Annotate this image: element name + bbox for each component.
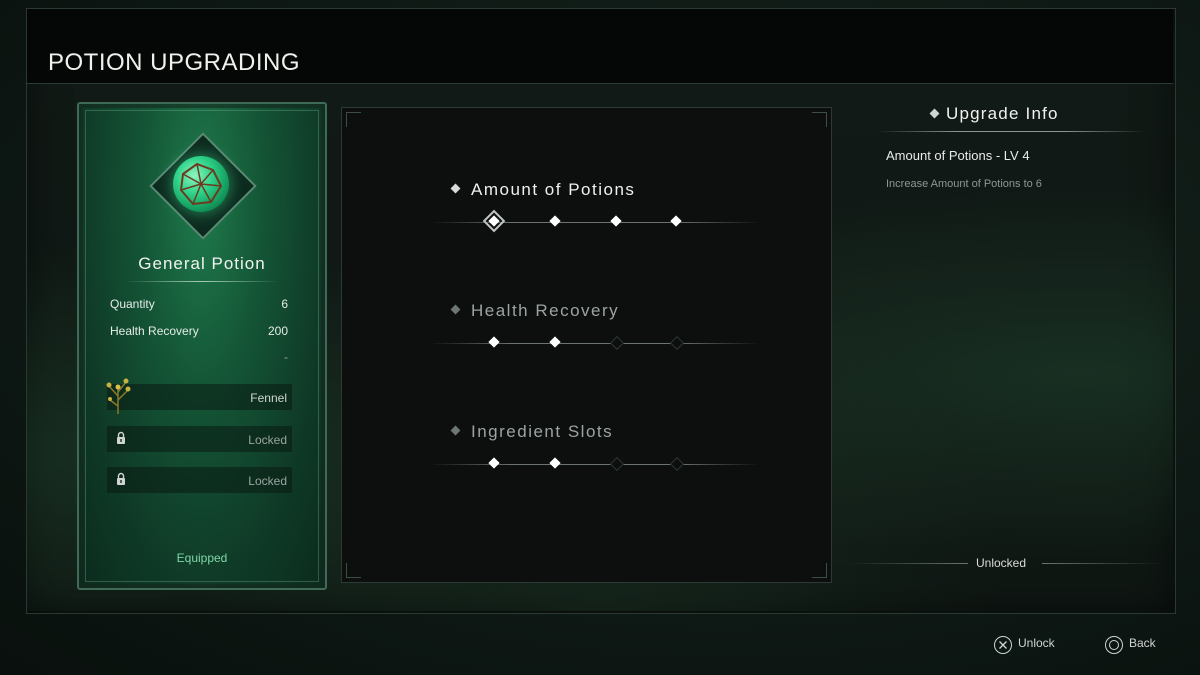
level-node[interactable] [669,456,685,472]
slot-label: Locked [248,433,287,447]
level-node[interactable] [670,215,682,227]
upgrade-health-recovery[interactable]: Health Recovery [450,301,620,321]
ingredient-slot-3[interactable]: Locked [107,467,292,493]
stat-value: 6 [281,297,288,311]
upgrade-label: Health Recovery [471,301,620,320]
upgrade-amount-of-potions[interactable]: Amount of Potions [450,180,636,200]
circle-button-icon[interactable] [1105,636,1123,654]
level-node[interactable] [609,335,625,351]
upgrade-info-description: Increase Amount of Potions to 6 [886,178,1042,190]
stat-health-recovery: Health Recovery 200 [110,324,288,338]
unlock-status: Unlocked [976,556,1027,570]
stat-value: 200 [267,324,288,338]
level-track [430,456,760,473]
fennel-herb-icon [106,378,131,414]
level-node[interactable] [488,336,500,348]
level-node[interactable] [482,209,506,233]
upgrade-label: Amount of Potions [471,180,636,199]
lock-icon [117,431,125,444]
level-node[interactable] [549,457,561,469]
stat-label: Health Recovery [110,324,199,338]
lock-icon [117,472,125,485]
slot-label: Locked [248,474,287,488]
equipped-status: Equipped [176,551,228,565]
unlock-button[interactable]: Unlock [1018,636,1055,650]
divider [848,563,968,564]
upgrade-label: Ingredient Slots [471,422,614,441]
stat-label: Quantity [110,297,155,311]
level-track [430,209,760,233]
upgrade-ingredient-slots[interactable]: Ingredient Slots [450,422,614,442]
ingredient-slot-2[interactable]: Locked [107,426,292,452]
level-node[interactable] [549,215,561,227]
level-node[interactable] [610,215,622,227]
upgrade-panel: Amount of Potions Health Recovery Ingred… [341,107,832,583]
level-node[interactable] [609,456,625,472]
potion-name: General Potion [138,254,266,273]
potion-card: General Potion Quantity 6 Health Recover… [77,102,327,590]
diamond-icon [450,183,461,194]
level-node[interactable] [669,335,685,351]
diamond-icon [450,304,461,315]
diamond-icon [450,425,461,436]
page-title: POTION UPGRADING [48,49,301,76]
level-track [430,335,760,352]
stat-value: - [284,350,288,364]
stat-quantity: Quantity 6 [110,297,288,311]
upgrade-info-title: Upgrade Info [946,104,1059,123]
divider [125,281,279,282]
level-node[interactable] [488,457,500,469]
level-node[interactable] [549,336,561,348]
potion-icon [149,132,257,240]
back-button[interactable]: Back [1129,636,1156,650]
upgrade-info-heading: Amount of Potions - LV 4 [886,148,1030,163]
cross-button-icon[interactable] [994,636,1012,654]
divider [1042,563,1162,564]
ingredient-slot-1[interactable]: Fennel [106,378,292,414]
divider [876,131,1146,132]
slot-label: Fennel [250,391,287,405]
